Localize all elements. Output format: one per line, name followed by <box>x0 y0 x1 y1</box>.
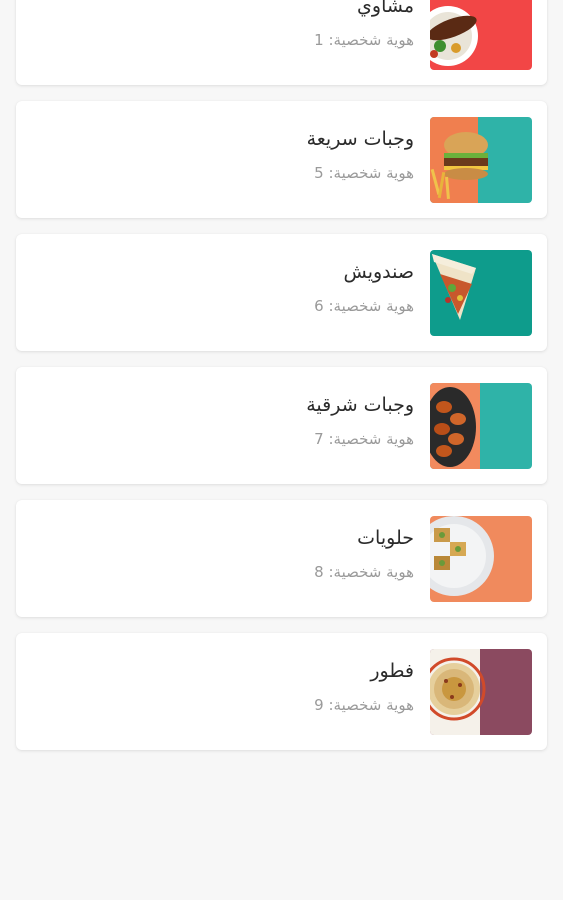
category-name: حلويات <box>357 527 414 549</box>
category-list: مشاوي هوية شخصية: 1 وجبات سريعة هوية شخص… <box>0 0 563 900</box>
grill-food-icon <box>430 0 532 70</box>
category-name: مشاوي <box>357 0 414 17</box>
category-name: وجبات شرقية <box>306 394 414 416</box>
hummus-plate-icon <box>430 649 532 735</box>
category-card-sandwich[interactable]: صندويش هوية شخصية: 6 <box>16 234 547 351</box>
baklava-plate-icon <box>430 516 532 602</box>
category-card-grill[interactable]: مشاوي هوية شخصية: 1 <box>16 0 547 85</box>
category-card-breakfast[interactable]: فطور هوية شخصية: 9 <box>16 633 547 750</box>
category-card-oriental[interactable]: وجبات شرقية هوية شخصية: 7 <box>16 367 547 484</box>
category-name: صندويش <box>343 261 414 283</box>
chicken-wings-icon <box>430 383 532 469</box>
wrap-sandwich-icon <box>430 250 532 336</box>
category-card-sweets[interactable]: حلويات هوية شخصية: 8 <box>16 500 547 617</box>
category-id: هوية شخصية: 5 <box>314 164 414 182</box>
category-id: هوية شخصية: 6 <box>314 297 414 315</box>
category-name: وجبات سريعة <box>306 128 414 150</box>
category-id: هوية شخصية: 8 <box>314 563 414 581</box>
category-id: هوية شخصية: 1 <box>314 31 414 49</box>
category-id: هوية شخصية: 7 <box>314 430 414 448</box>
category-id: هوية شخصية: 9 <box>314 696 414 714</box>
category-name: فطور <box>370 660 414 682</box>
burger-fries-icon <box>430 117 532 203</box>
category-card-fast-food[interactable]: وجبات سريعة هوية شخصية: 5 <box>16 101 547 218</box>
